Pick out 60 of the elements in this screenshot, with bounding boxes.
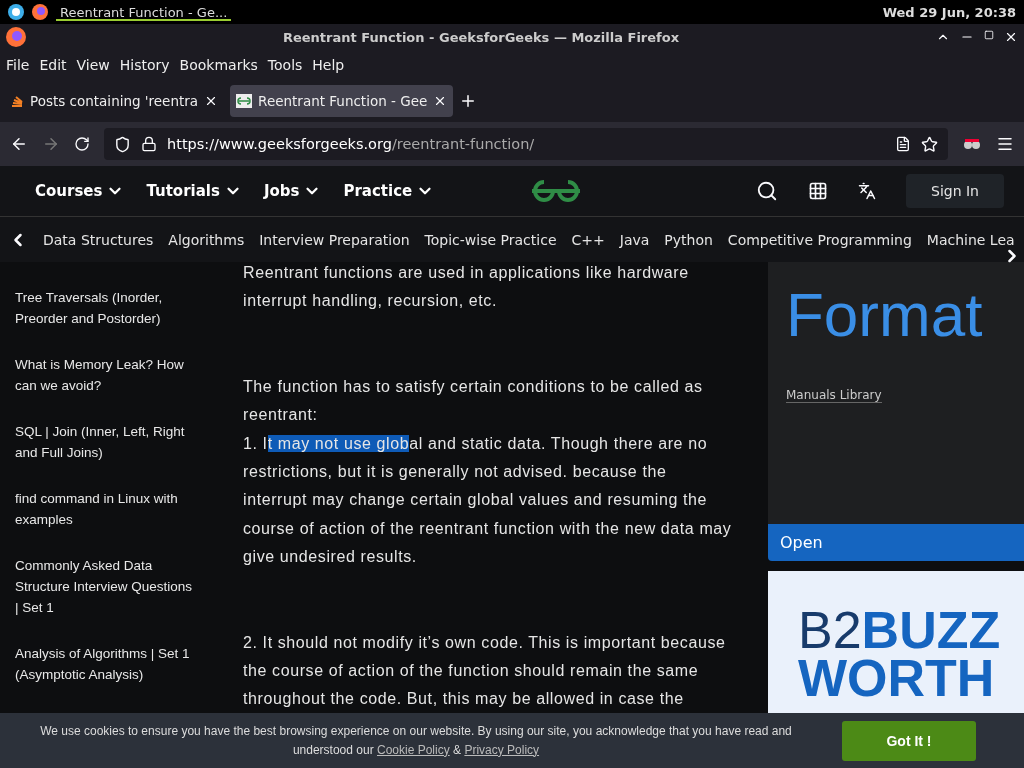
category-link[interactable]: C++ bbox=[571, 231, 605, 248]
sidebar-link[interactable]: find command in Linux with examples bbox=[15, 488, 193, 530]
restore-icon[interactable] bbox=[984, 30, 994, 40]
lock-icon bbox=[141, 136, 157, 152]
category-link[interactable]: Java bbox=[619, 231, 650, 248]
search-icon[interactable] bbox=[756, 180, 778, 202]
back-icon[interactable] bbox=[10, 135, 28, 153]
sidebar-link[interactable]: Analysis of Algorithms | Set 1 (Asymptotic Analysis) bbox=[15, 643, 193, 685]
category-link[interactable]: Machine Lea bbox=[926, 231, 1015, 248]
ad-headline: Format bbox=[786, 284, 984, 346]
taskbar-window-button[interactable]: Reentrant Function - Ge... bbox=[56, 3, 232, 21]
nav-menu[interactable]: Tutorials bbox=[146, 182, 242, 200]
menu-item[interactable]: View bbox=[76, 57, 110, 73]
menu-item[interactable]: Edit bbox=[39, 57, 67, 73]
sign-in-button[interactable]: Sign In bbox=[906, 174, 1004, 208]
article-paragraph: The function has to satisfy certain conditions to be called as reentrant: 1. It may not use global and static data. Though there are no restrictions, but it is generally not advised. because the interrupt may change certain global values and resuming the course of action of the reentrant function with the new data may give undesired results. bbox=[243, 376, 733, 568]
menu-item[interactable]: Bookmarks bbox=[179, 57, 258, 73]
shield-icon bbox=[114, 135, 131, 153]
banner-heading: WORTH bbox=[798, 654, 995, 703]
sidebar-link[interactable]: SQL | Join (Inner, Left, Right and Full Joins) bbox=[15, 421, 193, 463]
privacy-policy-link[interactable]: Privacy Policy bbox=[464, 742, 540, 757]
browser-tab[interactable]: Reentrant Function - Gee bbox=[230, 85, 454, 117]
accept-button[interactable]: Got It ! bbox=[842, 720, 976, 761]
open-button[interactable]: Open bbox=[768, 524, 1024, 561]
browser-tab[interactable]: Posts containing 'reentra bbox=[4, 85, 225, 117]
bookmark-star-icon[interactable] bbox=[921, 135, 938, 153]
close-icon[interactable] bbox=[1004, 30, 1018, 44]
banner-heading: B2BUZZ bbox=[798, 607, 1002, 655]
sidebar-link[interactable]: Tree Traversals (Inorder, Preorder and Postorder) bbox=[15, 287, 193, 329]
nav-menu[interactable]: Courses bbox=[35, 182, 125, 200]
sidebar-link[interactable]: What is Memory Leak? How can we avoid? bbox=[15, 354, 193, 396]
menu-item[interactable]: Help bbox=[312, 57, 345, 73]
category-link[interactable]: Competitive Programming bbox=[727, 231, 912, 248]
category-link[interactable]: Interview Preparation bbox=[259, 231, 410, 248]
nav-menu[interactable]: Practice bbox=[343, 182, 435, 200]
category-link[interactable]: Algorithms bbox=[168, 231, 245, 248]
sidebar-link[interactable]: Commonly Asked Data Structure Interview Questions | Set 1 bbox=[15, 555, 193, 618]
cookie-notice: We use cookies to ensure you have the best browsing experience on our website. By using our site, you acknowledge that you have read and understood our Cookie Policy & Privacy Policy bbox=[40, 722, 792, 759]
category-link[interactable]: Python bbox=[664, 231, 713, 248]
nav-menu[interactable]: Jobs bbox=[263, 182, 322, 200]
menu-item[interactable]: Tools bbox=[267, 57, 303, 73]
article-paragraph: 2. It should not modify it’s own code. This is important because the course of action of the function should remain the same throughout the code. But, this may be allowed in case the bbox=[243, 632, 727, 710]
reader-view-icon[interactable] bbox=[895, 136, 911, 152]
ad-brand-link[interactable]: Manuals Library bbox=[786, 388, 882, 403]
stack-icon bbox=[10, 94, 24, 108]
forward-icon[interactable] bbox=[42, 135, 60, 153]
category-link[interactable]: Topic-wise Practice bbox=[424, 231, 557, 248]
menu-item[interactable]: History bbox=[119, 57, 170, 73]
clock: Wed 29 Jun, 20:38 bbox=[882, 4, 1016, 20]
window-title: Reentrant Function - GeeksforGeeks — Mozilla Firefox bbox=[281, 29, 681, 45]
menu-icon[interactable] bbox=[996, 135, 1014, 153]
url-field[interactable]: https://www.geeksforgeeks.org/reentrant-function/ bbox=[104, 128, 948, 160]
apps-grid-icon[interactable] bbox=[808, 181, 828, 201]
menu-item[interactable]: File bbox=[6, 57, 30, 73]
cookie-policy-link[interactable]: Cookie Policy bbox=[377, 742, 450, 757]
translate-icon[interactable] bbox=[858, 182, 876, 200]
site-favicon-icon bbox=[236, 94, 253, 108]
article-paragraph: Reentrant functions are used in applications like hardware interrupt handling, recursion, etc. bbox=[243, 263, 690, 312]
reload-icon[interactable] bbox=[74, 136, 90, 152]
category-link[interactable]: Data Structures bbox=[43, 231, 154, 248]
